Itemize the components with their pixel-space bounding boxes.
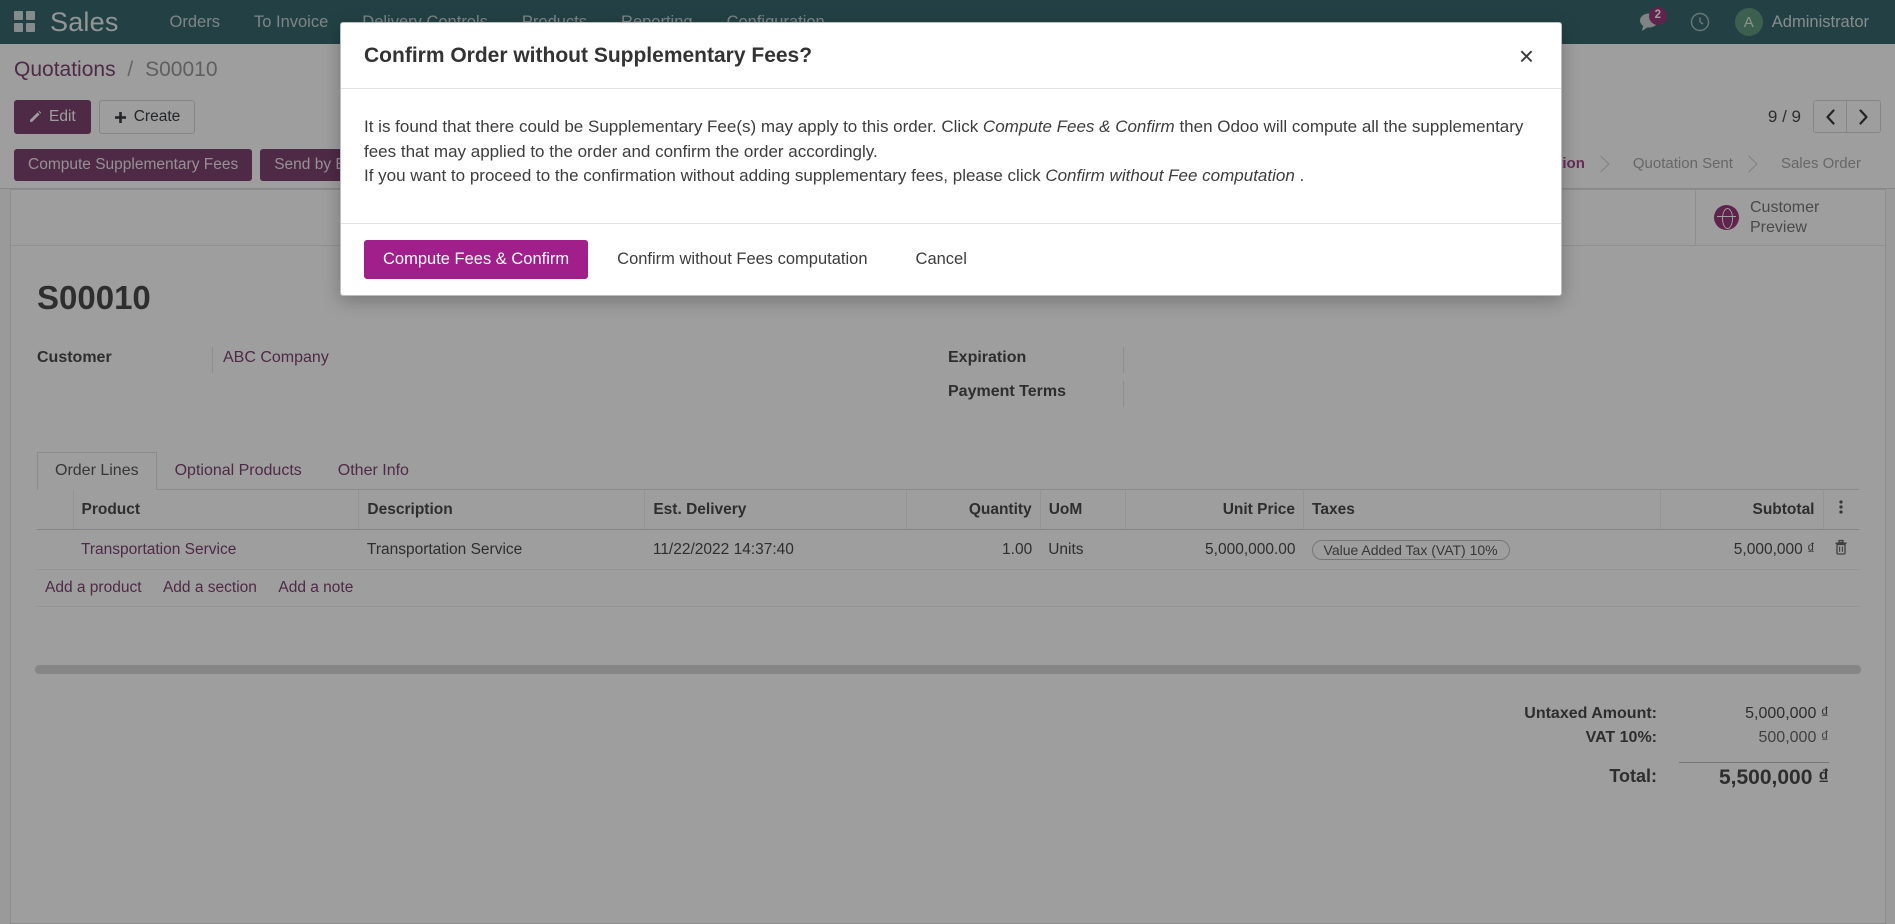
dialog-p1-emphasis: Compute Fees & Confirm bbox=[983, 117, 1175, 136]
dialog-footer: Compute Fees & Confirm Confirm without F… bbox=[341, 223, 1561, 295]
dialog-p2-emphasis: Confirm without Fee computation bbox=[1045, 166, 1294, 185]
dialog-p2-text-b: . bbox=[1295, 166, 1304, 185]
cancel-button[interactable]: Cancel bbox=[897, 240, 986, 279]
dialog-header: Confirm Order without Supplementary Fees… bbox=[341, 23, 1561, 89]
confirm-order-dialog: Confirm Order without Supplementary Fees… bbox=[340, 22, 1562, 296]
dialog-body: It is found that there could be Suppleme… bbox=[341, 89, 1561, 223]
odoo-sales-page: Sales Orders To Invoice Delivery Control… bbox=[0, 0, 1895, 924]
compute-fees-and-confirm-button[interactable]: Compute Fees & Confirm bbox=[364, 240, 588, 279]
close-icon[interactable]: × bbox=[1515, 43, 1538, 69]
dialog-p2-text-a: If you want to proceed to the confirmati… bbox=[364, 166, 1045, 185]
dialog-paragraph-2: If you want to proceed to the confirmati… bbox=[364, 164, 1538, 189]
dialog-p1-text-a: It is found that there could be Suppleme… bbox=[364, 117, 983, 136]
confirm-without-fees-button[interactable]: Confirm without Fees computation bbox=[598, 240, 886, 279]
dialog-paragraph-1: It is found that there could be Suppleme… bbox=[364, 115, 1538, 164]
dialog-title: Confirm Order without Supplementary Fees… bbox=[364, 44, 812, 68]
